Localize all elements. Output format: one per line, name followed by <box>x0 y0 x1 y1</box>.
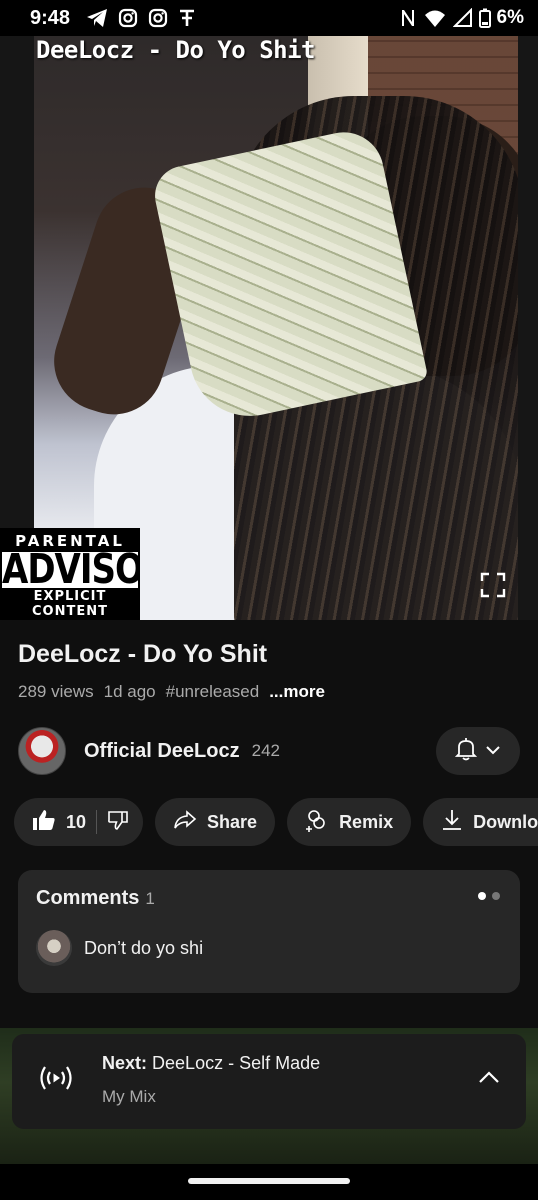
remix-icon <box>305 808 329 837</box>
comment-text: Don’t do yo shi <box>84 937 204 958</box>
action-bar: 10 Share Remix Download <box>14 798 538 846</box>
gesture-handle[interactable] <box>188 1178 350 1184</box>
comments-count: 1 <box>145 889 155 908</box>
like-dislike-button[interactable]: 10 <box>14 798 144 846</box>
comments-label: Comments <box>36 887 140 909</box>
parental-advisory-logo: PARENTAL ADVISORY EXPLICIT CONTENT <box>0 528 140 620</box>
status-time: 9:48 <box>30 6 71 29</box>
next-up-card[interactable]: Next: DeeLocz - Self Made My Mix <box>12 1034 526 1129</box>
top-comment[interactable]: Don’t do yo shi <box>36 930 203 966</box>
view-count: 289 views <box>18 682 94 701</box>
wifi-icon <box>423 8 447 28</box>
like-count: 10 <box>66 811 87 832</box>
video-title[interactable]: DeeLocz - Do Yo Shit <box>18 640 267 669</box>
next-prefix: Next: <box>102 1053 148 1073</box>
share-icon <box>173 809 197 835</box>
remix-button[interactable]: Remix <box>287 798 412 846</box>
commenter-avatar <box>36 930 72 966</box>
signal-icon <box>452 8 473 28</box>
instagram-icon <box>118 8 138 28</box>
broadcast-icon <box>38 1064 74 1097</box>
thumbs-down-icon[interactable] <box>107 809 129 836</box>
chevron-up-icon[interactable] <box>478 1070 500 1089</box>
channel-row[interactable]: Official DeeLocz 242 <box>18 726 520 776</box>
battery-icon <box>478 8 491 28</box>
download-icon <box>441 808 463 837</box>
bell-icon <box>454 737 478 766</box>
comments-panel[interactable]: Comments 1 Don’t do yo shi <box>18 870 520 993</box>
more-link[interactable]: ...more <box>269 682 325 702</box>
carousel-dots <box>478 892 500 900</box>
share-button[interactable]: Share <box>155 798 276 846</box>
artwork-title: DeeLocz - Do Yo Shit <box>36 36 315 64</box>
next-title: DeeLocz - Self Made <box>152 1053 321 1073</box>
thumbs-up-icon[interactable] <box>32 809 56 836</box>
battery-percent: 6% <box>496 7 524 28</box>
instagram-icon <box>148 8 168 28</box>
divider <box>96 810 98 834</box>
chevron-down-icon <box>485 742 501 760</box>
notification-bell-button[interactable] <box>436 727 520 775</box>
download-button[interactable]: Download <box>423 798 538 846</box>
comments-header: Comments 1 <box>36 887 155 910</box>
hashtag-link[interactable]: #unreleased <box>166 682 260 702</box>
subscriber-count: 242 <box>251 741 280 760</box>
share-label: Share <box>207 811 258 832</box>
fullscreen-icon[interactable] <box>478 570 508 600</box>
telegram-icon <box>86 8 108 28</box>
video-player[interactable]: DeeLocz - Do Yo Shit PARENTAL ADVISORY E… <box>0 36 538 620</box>
nfc-icon <box>399 8 417 28</box>
status-bar: 9:48 6% <box>0 0 538 36</box>
status-right: 6% <box>399 7 524 29</box>
upload-age: 1d ago <box>103 682 156 701</box>
t-app-icon <box>178 8 196 28</box>
channel-name[interactable]: Official DeeLocz <box>84 740 240 763</box>
next-playlist: My Mix <box>102 1087 156 1106</box>
download-label: Download <box>473 811 538 832</box>
channel-avatar[interactable] <box>18 727 66 775</box>
next-up-line: Next: DeeLocz - Self Made <box>102 1053 320 1074</box>
status-left: 9:48 <box>30 7 196 30</box>
video-meta[interactable]: 289 views 1d ago #unreleased ...more <box>18 682 325 702</box>
remix-label: Remix <box>339 811 394 832</box>
